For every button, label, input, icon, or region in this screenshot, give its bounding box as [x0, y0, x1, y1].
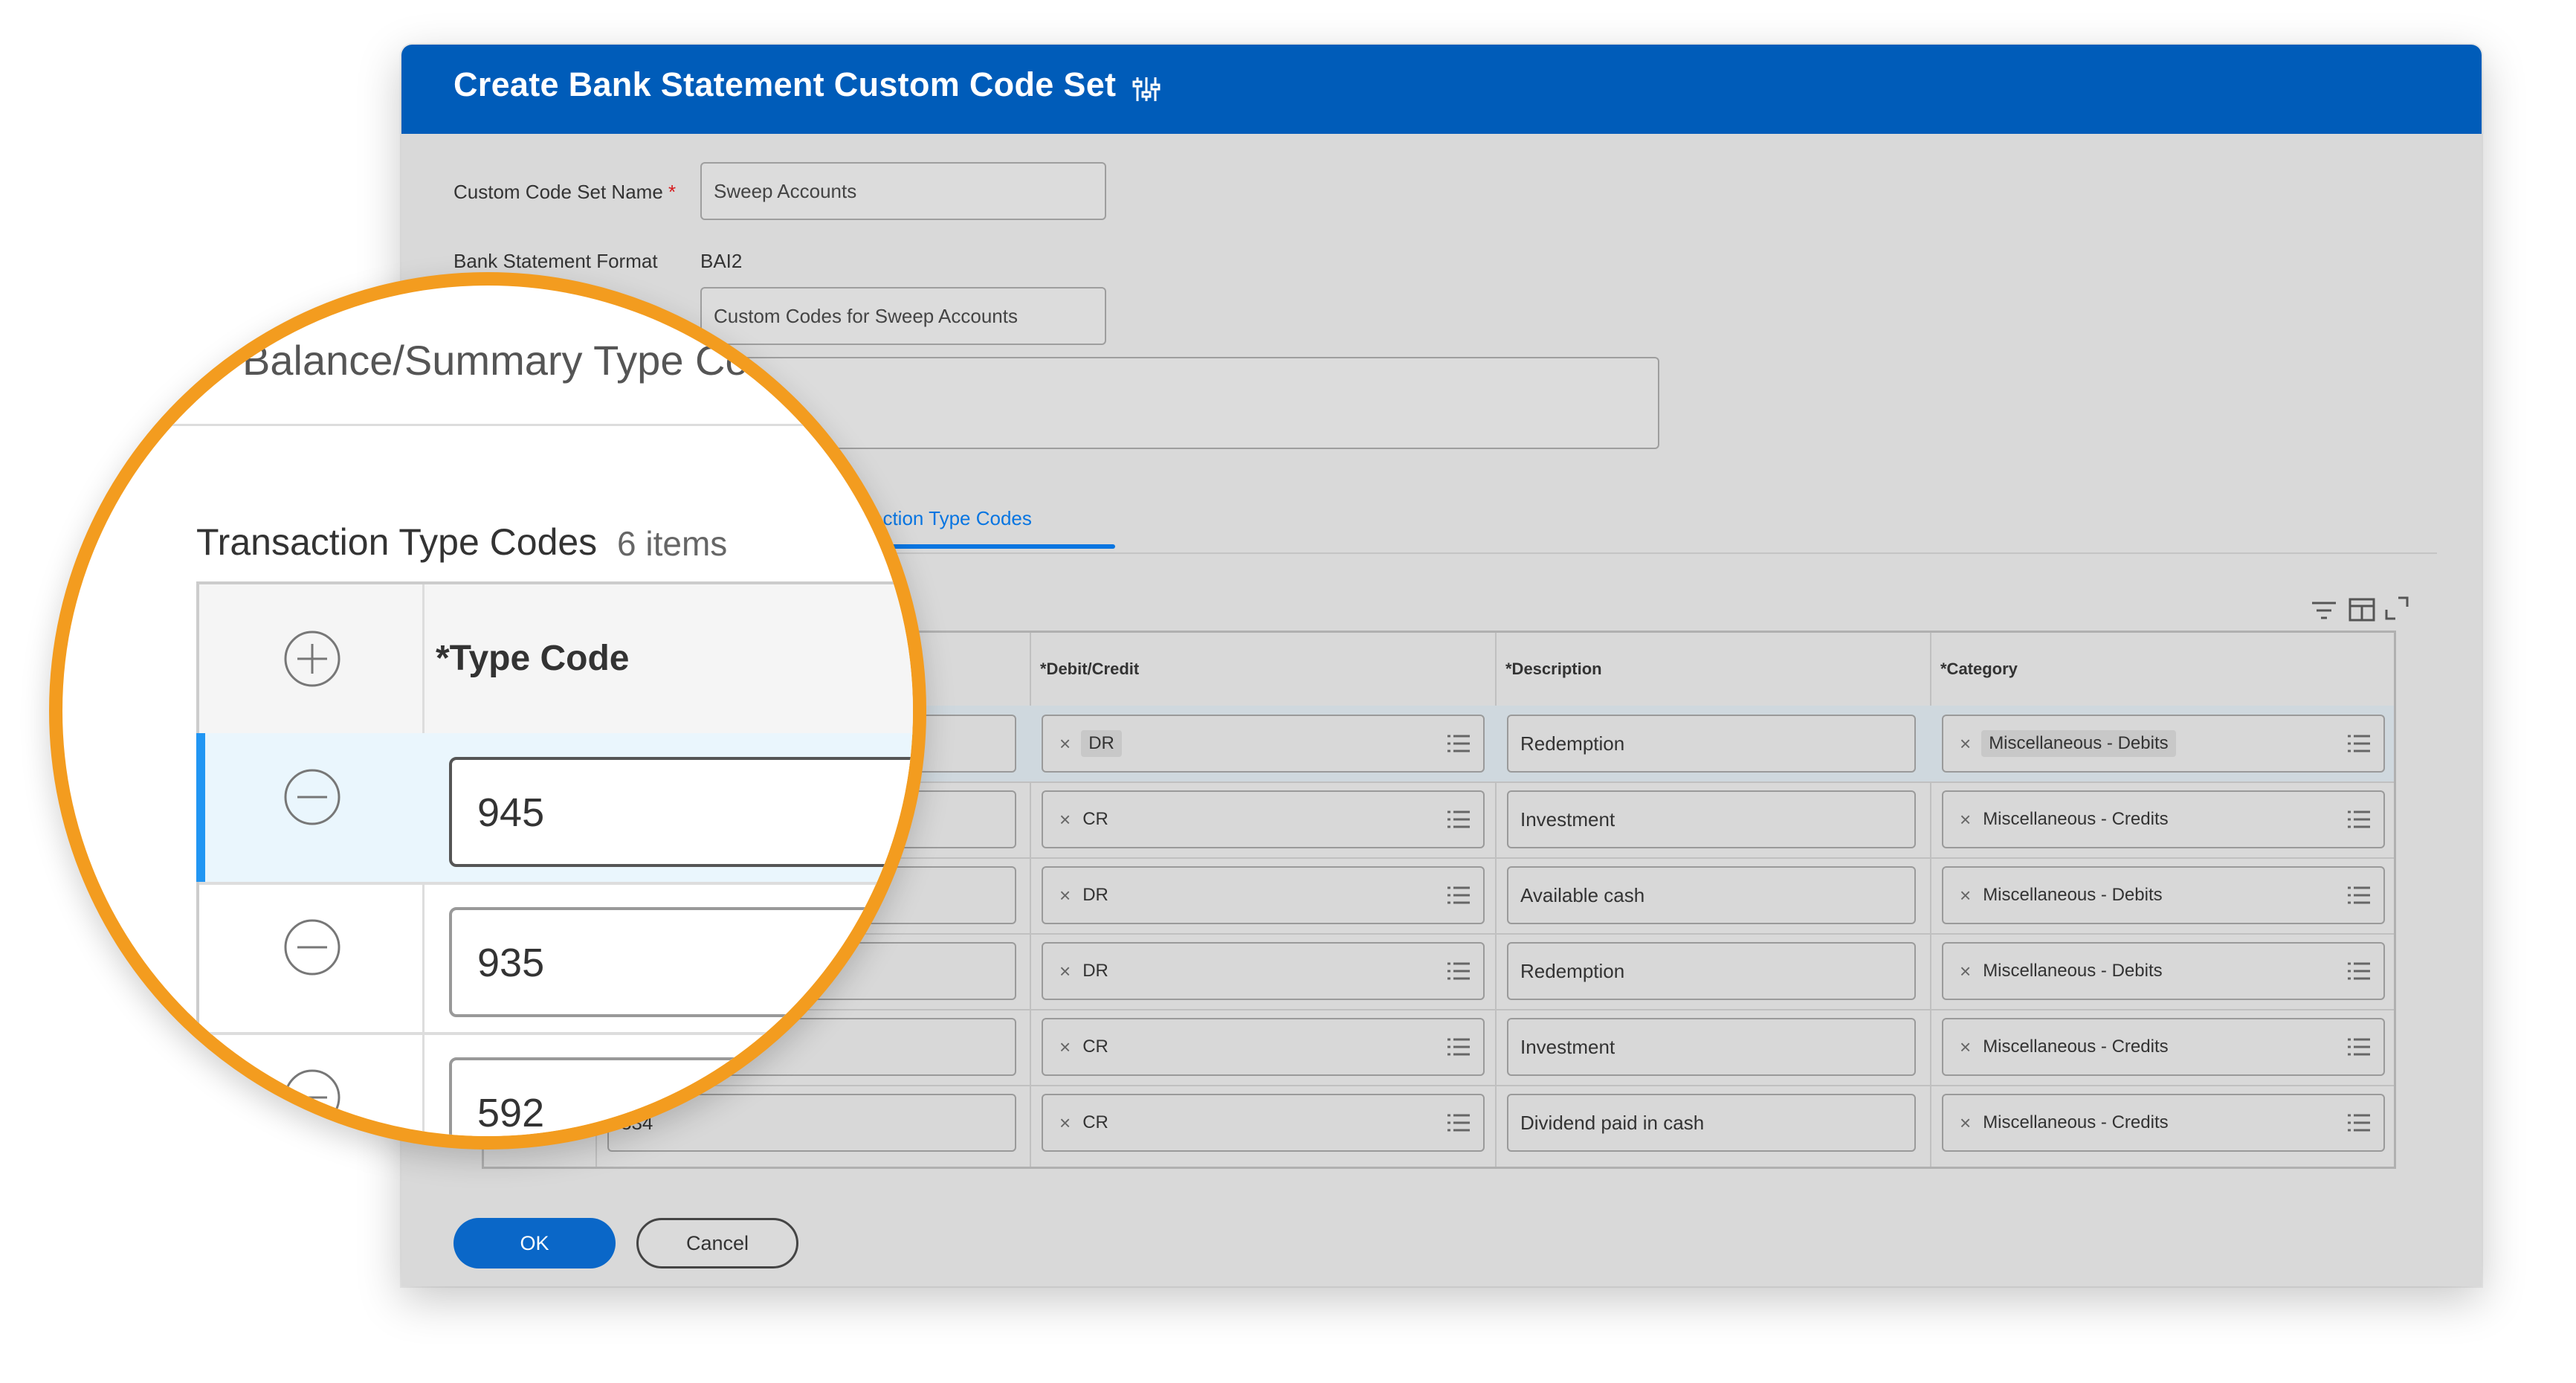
- filter-icon[interactable]: [2309, 598, 2339, 623]
- header-category: *Category: [1940, 660, 2018, 678]
- required-mark: *: [668, 181, 677, 203]
- remove-icon[interactable]: ×: [1059, 1112, 1071, 1135]
- table-layout-icon[interactable]: [2348, 596, 2376, 623]
- category-value: Miscellaneous - Credits: [1983, 809, 2169, 829]
- comment-textarea[interactable]: [700, 357, 1659, 449]
- remove-icon[interactable]: ×: [1960, 808, 1971, 831]
- header-description: *Description: [1505, 660, 1602, 678]
- dialog-title: Create Bank Statement Custom Code Set: [453, 65, 1117, 103]
- remove-icon[interactable]: ×: [1960, 884, 1971, 907]
- remove-icon[interactable]: ×: [1960, 732, 1971, 755]
- description-input[interactable]: Redemption: [1507, 942, 1916, 1000]
- debit-credit-value: CR: [1082, 809, 1108, 829]
- list-icon[interactable]: [1446, 884, 1471, 906]
- list-icon[interactable]: [2346, 732, 2372, 755]
- bank-statement-format-label: Bank Statement Format: [453, 250, 658, 272]
- sliders-icon[interactable]: [1130, 73, 1163, 106]
- expand-icon[interactable]: [2383, 595, 2410, 622]
- list-icon[interactable]: [2346, 884, 2372, 906]
- name-label-text: Custom Code Set Name: [453, 181, 663, 203]
- magnified-type-code-input[interactable]: 935: [449, 907, 913, 1017]
- list-icon[interactable]: [1446, 732, 1471, 755]
- description-input[interactable]: Dividend paid in cash: [1507, 1094, 1916, 1152]
- category-select[interactable]: × Miscellaneous - Credits: [1942, 1094, 2385, 1152]
- magnified-table: *Type Code 945 935 592: [196, 581, 913, 1136]
- description-input[interactable]: Investment: [1507, 1018, 1916, 1076]
- list-icon[interactable]: [1446, 1036, 1471, 1058]
- magnified-row[interactable]: 945: [196, 733, 913, 885]
- remove-icon[interactable]: ×: [1960, 960, 1971, 983]
- magnified-type-code-input[interactable]: 945: [449, 757, 913, 867]
- ok-button[interactable]: OK: [453, 1218, 616, 1268]
- magnified-type-code-value: 592: [477, 1091, 545, 1135]
- magnifier-lens: Balance/Summary Type Co Transaction Type…: [49, 272, 926, 1150]
- active-tab-indicator: [862, 544, 1115, 549]
- category-value: Miscellaneous - Credits: [1983, 1037, 2169, 1057]
- magnified-section-heading: Balance/Summary Type Co: [242, 337, 749, 384]
- bank-statement-format-value: BAI2: [700, 250, 743, 272]
- category-value: Miscellaneous - Debits: [1983, 961, 2163, 981]
- magnified-divider: [62, 424, 913, 426]
- category-value: Miscellaneous - Credits: [1983, 1112, 2169, 1132]
- tab-transaction-type-codes[interactable]: saction Type Codes: [862, 507, 1032, 530]
- list-icon[interactable]: [1446, 960, 1471, 982]
- magnified-row[interactable]: 592: [199, 1034, 913, 1136]
- description-input[interactable]: Investment: [1507, 790, 1916, 848]
- description-input[interactable]: Available cash: [1507, 866, 1916, 924]
- category-select[interactable]: × Miscellaneous - Debits: [1942, 942, 2385, 1000]
- dialog-header: Create Bank Statement Custom Code Set: [401, 45, 2482, 134]
- remove-icon[interactable]: ×: [1059, 732, 1071, 755]
- category-value: Miscellaneous - Debits: [1983, 885, 2163, 905]
- magnified-type-code-value: 945: [477, 790, 545, 835]
- custom-code-set-name-label: Custom Code Set Name *: [453, 181, 676, 204]
- remove-icon[interactable]: ×: [1059, 884, 1071, 907]
- header-debit-credit: *Debit/Credit: [1040, 660, 1140, 678]
- remove-row-icon[interactable]: [283, 1068, 342, 1127]
- list-icon[interactable]: [2346, 1112, 2372, 1134]
- list-icon[interactable]: [2346, 808, 2372, 831]
- debit-credit-value: DR: [1082, 961, 1108, 981]
- debit-credit-value: DR: [1081, 730, 1122, 757]
- debit-credit-value: CR: [1082, 1037, 1108, 1057]
- cancel-button[interactable]: Cancel: [636, 1218, 798, 1268]
- debit-credit-value: CR: [1082, 1112, 1108, 1132]
- magnified-row[interactable]: 935: [199, 883, 913, 1035]
- description-input[interactable]: Redemption: [1507, 715, 1916, 773]
- list-icon[interactable]: [2346, 1036, 2372, 1058]
- category-select[interactable]: × Miscellaneous - Credits: [1942, 1018, 2385, 1076]
- list-icon[interactable]: [1446, 808, 1471, 831]
- remove-icon[interactable]: ×: [1960, 1112, 1971, 1135]
- remove-icon[interactable]: ×: [1059, 960, 1071, 983]
- description-input[interactable]: Custom Codes for Sweep Accounts: [700, 287, 1106, 345]
- debit-credit-select[interactable]: × DR: [1042, 715, 1485, 773]
- remove-icon[interactable]: ×: [1960, 1036, 1971, 1059]
- category-select[interactable]: × Miscellaneous - Debits: [1942, 866, 2385, 924]
- list-icon[interactable]: [2346, 960, 2372, 982]
- debit-credit-select[interactable]: × DR: [1042, 942, 1485, 1000]
- magnified-type-code-header: *Type Code: [436, 639, 630, 678]
- debit-credit-select[interactable]: × CR: [1042, 1018, 1485, 1076]
- debit-credit-select[interactable]: × CR: [1042, 1094, 1485, 1152]
- tab-divider: [862, 552, 2437, 554]
- category-select[interactable]: × Miscellaneous - Debits: [1942, 715, 2385, 773]
- custom-code-set-name-input[interactable]: Sweep Accounts: [700, 162, 1106, 220]
- selected-row-indicator: [196, 733, 205, 882]
- magnified-table-title: Transaction Type Codes: [196, 521, 598, 563]
- list-icon[interactable]: [1446, 1112, 1471, 1134]
- debit-credit-select[interactable]: × DR: [1042, 866, 1485, 924]
- magnified-item-count: 6 items: [617, 524, 728, 563]
- category-select[interactable]: × Miscellaneous - Credits: [1942, 790, 2385, 848]
- magnified-type-code-value: 935: [477, 941, 545, 985]
- category-value: Miscellaneous - Debits: [1981, 730, 2176, 757]
- remove-row-icon[interactable]: [283, 918, 342, 977]
- magnified-type-code-input[interactable]: 592: [449, 1057, 913, 1136]
- add-row-icon[interactable]: [283, 629, 342, 689]
- remove-icon[interactable]: ×: [1059, 808, 1071, 831]
- debit-credit-value: DR: [1082, 885, 1108, 905]
- debit-credit-select[interactable]: × CR: [1042, 790, 1485, 848]
- remove-icon[interactable]: ×: [1059, 1036, 1071, 1059]
- remove-row-icon[interactable]: [283, 767, 342, 827]
